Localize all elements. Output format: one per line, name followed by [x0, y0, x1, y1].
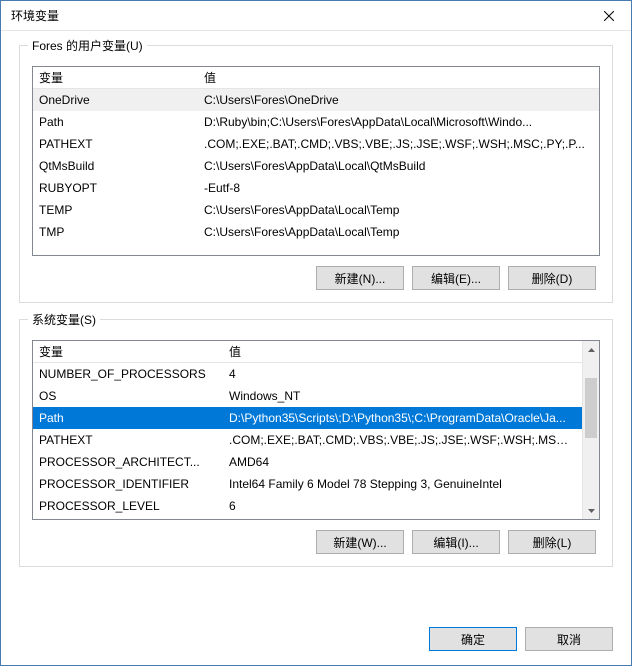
edit-sys-var-button[interactable]: 编辑(I)... — [412, 530, 500, 554]
grid-body: NUMBER_OF_PROCESSORS 4 OS Windows_NT Pat… — [33, 363, 599, 519]
cell-var: NUMBER_OF_PROCESSORS — [39, 367, 229, 381]
cell-var: OS — [39, 389, 229, 403]
table-row[interactable]: PROCESSOR_IDENTIFIER Intel64 Family 6 Mo… — [33, 473, 582, 495]
cell-val: Intel64 Family 6 Model 78 Stepping 3, Ge… — [229, 477, 576, 491]
grid-header: 变量 值 — [33, 67, 599, 89]
dialog-title: 环境变量 — [11, 7, 586, 24]
table-row[interactable]: Path D:\Python35\Scripts\;D:\Python35\;C… — [33, 407, 582, 429]
cell-val: C:\Users\Fores\AppData\Local\QtMsBuild — [204, 159, 593, 173]
table-row[interactable]: OS Windows_NT — [33, 385, 582, 407]
table-row[interactable]: Path D:\Ruby\bin;C:\Users\Fores\AppData\… — [33, 111, 599, 133]
chevron-up-icon — [588, 348, 595, 352]
system-variables-group: 系统变量(S) 变量 值 NUMBER_OF_PROCESSORS 4 OS W… — [19, 319, 613, 567]
system-variables-grid[interactable]: 变量 值 NUMBER_OF_PROCESSORS 4 OS Windows_N… — [32, 340, 600, 520]
cell-var: PATHEXT — [39, 137, 204, 151]
grid-body: OneDrive C:\Users\Fores\OneDrive Path D:… — [33, 89, 599, 255]
user-variables-group: Fores 的用户变量(U) 变量 值 OneDrive C:\Users\Fo… — [19, 45, 613, 303]
new-sys-var-button[interactable]: 新建(W)... — [316, 530, 404, 554]
cell-val: -Eutf-8 — [204, 181, 593, 195]
scroll-track[interactable] — [583, 358, 599, 502]
titlebar[interactable]: 环境变量 — [1, 1, 631, 31]
environment-variables-dialog: 环境变量 Fores 的用户变量(U) 变量 值 OneDrive C:\Use… — [0, 0, 632, 666]
header-value[interactable]: 值 — [229, 343, 580, 360]
close-icon — [604, 11, 614, 21]
table-row[interactable]: NUMBER_OF_PROCESSORS 4 — [33, 363, 582, 385]
cell-var: PROCESSOR_LEVEL — [39, 499, 229, 513]
dialog-body: Fores 的用户变量(U) 变量 值 OneDrive C:\Users\Fo… — [1, 31, 631, 617]
scroll-down-button[interactable] — [583, 502, 599, 519]
cell-val: 4 — [229, 367, 576, 381]
cell-val: 6 — [229, 499, 576, 513]
delete-user-var-button[interactable]: 删除(D) — [508, 266, 596, 290]
cell-var: PATHEXT — [39, 433, 229, 447]
edit-user-var-button[interactable]: 编辑(E)... — [412, 266, 500, 290]
cell-var: OneDrive — [39, 93, 204, 107]
cell-val: Windows_NT — [229, 389, 576, 403]
header-variable[interactable]: 变量 — [39, 343, 229, 360]
header-variable[interactable]: 变量 — [39, 69, 204, 86]
new-user-var-button[interactable]: 新建(N)... — [316, 266, 404, 290]
table-row[interactable]: PROCESSOR_ARCHITECT... AMD64 — [33, 451, 582, 473]
table-row[interactable]: TEMP C:\Users\Fores\AppData\Local\Temp — [33, 199, 599, 221]
system-buttons-row: 新建(W)... 编辑(I)... 删除(L) — [32, 530, 600, 554]
user-group-label: Fores 的用户变量(U) — [28, 37, 147, 54]
table-row[interactable]: PATHEXT .COM;.EXE;.BAT;.CMD;.VBS;.VBE;.J… — [33, 429, 582, 451]
user-buttons-row: 新建(N)... 编辑(E)... 删除(D) — [32, 266, 600, 290]
table-row[interactable]: PROCESSOR_LEVEL 6 — [33, 495, 582, 517]
cell-var: Path — [39, 411, 229, 425]
cell-var: QtMsBuild — [39, 159, 204, 173]
cell-var: TMP — [39, 225, 204, 239]
cell-val: D:\Ruby\bin;C:\Users\Fores\AppData\Local… — [204, 115, 593, 129]
ok-button[interactable]: 确定 — [429, 627, 517, 651]
grid-header: 变量 值 — [33, 341, 599, 363]
table-row[interactable]: TMP C:\Users\Fores\AppData\Local\Temp — [33, 221, 599, 243]
cell-val: .COM;.EXE;.BAT;.CMD;.VBS;.VBE;.JS;.JSE;.… — [204, 137, 593, 151]
table-row[interactable]: RUBYOPT -Eutf-8 — [33, 177, 599, 199]
cell-var: RUBYOPT — [39, 181, 204, 195]
cell-val: C:\Users\Fores\OneDrive — [204, 93, 593, 107]
cell-val: AMD64 — [229, 455, 576, 469]
user-variables-grid[interactable]: 变量 值 OneDrive C:\Users\Fores\OneDrive Pa… — [32, 66, 600, 256]
system-group-label: 系统变量(S) — [28, 311, 100, 328]
cell-var: PROCESSOR_IDENTIFIER — [39, 477, 229, 491]
cell-val: .COM;.EXE;.BAT;.CMD;.VBS;.VBE;.JS;.JSE;.… — [229, 433, 576, 447]
header-value[interactable]: 值 — [204, 69, 593, 86]
scroll-thumb[interactable] — [585, 378, 597, 438]
cell-val: C:\Users\Fores\AppData\Local\Temp — [204, 225, 593, 239]
cell-val: C:\Users\Fores\AppData\Local\Temp — [204, 203, 593, 217]
table-row[interactable]: OneDrive C:\Users\Fores\OneDrive — [33, 89, 599, 111]
dialog-footer: 确定 取消 — [1, 617, 631, 665]
cell-val: D:\Python35\Scripts\;D:\Python35\;C:\Pro… — [229, 411, 576, 425]
cell-var: Path — [39, 115, 204, 129]
chevron-down-icon — [588, 509, 595, 513]
close-button[interactable] — [586, 1, 631, 30]
table-row[interactable]: PATHEXT .COM;.EXE;.BAT;.CMD;.VBS;.VBE;.J… — [33, 133, 599, 155]
scroll-up-button[interactable] — [583, 341, 599, 358]
cell-var: TEMP — [39, 203, 204, 217]
delete-sys-var-button[interactable]: 删除(L) — [508, 530, 596, 554]
table-row[interactable]: QtMsBuild C:\Users\Fores\AppData\Local\Q… — [33, 155, 599, 177]
cell-var: PROCESSOR_ARCHITECT... — [39, 455, 229, 469]
cancel-button[interactable]: 取消 — [525, 627, 613, 651]
vertical-scrollbar[interactable] — [582, 341, 599, 519]
